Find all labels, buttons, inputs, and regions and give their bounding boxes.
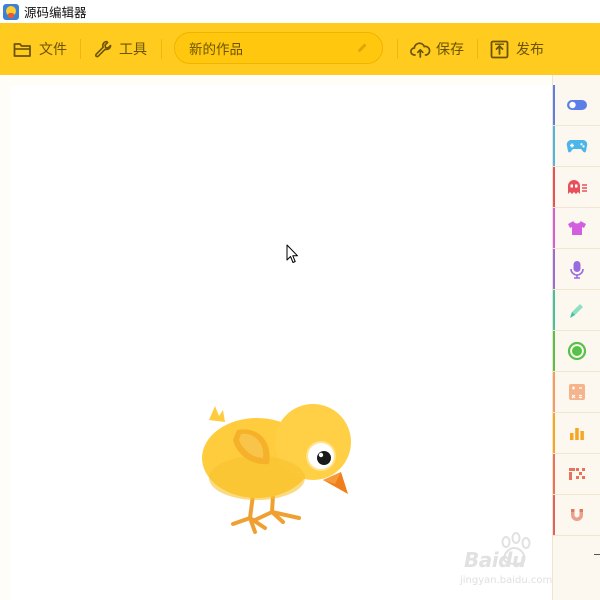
project-title-field[interactable]: 新的作品	[174, 32, 383, 64]
baidu-watermark: Baidu jingyan.baidu.com	[452, 532, 572, 596]
rail-divider	[594, 554, 600, 555]
toolbar-separator	[80, 39, 81, 59]
category-control[interactable]	[553, 85, 600, 126]
watermark-url: jingyan.baidu.com	[460, 575, 553, 586]
circle-target-icon	[567, 341, 587, 361]
toolbar-separator	[397, 39, 398, 59]
file-menu-button[interactable]: 文件	[13, 39, 67, 59]
pen-icon	[570, 304, 583, 318]
bar-chart-icon	[570, 428, 584, 440]
watermark-brand: Baidu	[464, 548, 526, 572]
source-code-editor-app-icon	[3, 3, 19, 20]
window-title: 源码编辑器	[24, 5, 87, 20]
category-appearance[interactable]	[553, 208, 600, 249]
project-title-text: 新的作品	[189, 42, 243, 58]
calculator-icon	[569, 384, 585, 400]
save-label: 保存	[436, 42, 464, 58]
publish-button[interactable]: 发布	[490, 39, 544, 59]
category-magnet[interactable]	[553, 495, 600, 536]
category-sensing[interactable]	[553, 331, 600, 372]
title-bar: 源码编辑器	[0, 0, 600, 23]
category-data[interactable]	[553, 413, 600, 454]
ghost-icon	[568, 180, 587, 194]
save-button[interactable]: 保存	[410, 39, 464, 59]
tshirt-icon	[568, 221, 586, 235]
block-category-rail	[552, 75, 600, 600]
toolbar-separator	[161, 39, 162, 59]
category-pixel[interactable]	[553, 454, 600, 495]
main-toolbar: 文件 工具 新的作品 保存 发布	[0, 23, 600, 75]
category-events[interactable]	[553, 126, 600, 167]
cloud-upload-icon	[410, 41, 431, 58]
toolbar-separator	[477, 39, 478, 59]
toggle-icon	[567, 100, 587, 110]
tools-menu-button[interactable]: 工具	[94, 39, 147, 59]
upload-box-icon	[490, 40, 509, 58]
chick-sprite[interactable]	[195, 400, 355, 540]
microphone-icon	[570, 260, 584, 279]
pencil-icon[interactable]	[356, 42, 368, 54]
publish-label: 发布	[516, 42, 544, 58]
wrench-icon	[95, 40, 112, 58]
mouse-cursor-icon	[286, 244, 298, 263]
category-sound[interactable]	[553, 249, 600, 290]
category-operators[interactable]	[553, 372, 600, 413]
gamepad-icon	[566, 140, 588, 153]
folder-icon	[13, 42, 31, 57]
magnet-icon	[571, 509, 583, 521]
pixel-icon	[569, 468, 585, 480]
category-actions[interactable]	[553, 167, 600, 208]
file-menu-label: 文件	[39, 42, 67, 58]
category-pen[interactable]	[553, 290, 600, 331]
tools-menu-label: 工具	[119, 42, 147, 58]
